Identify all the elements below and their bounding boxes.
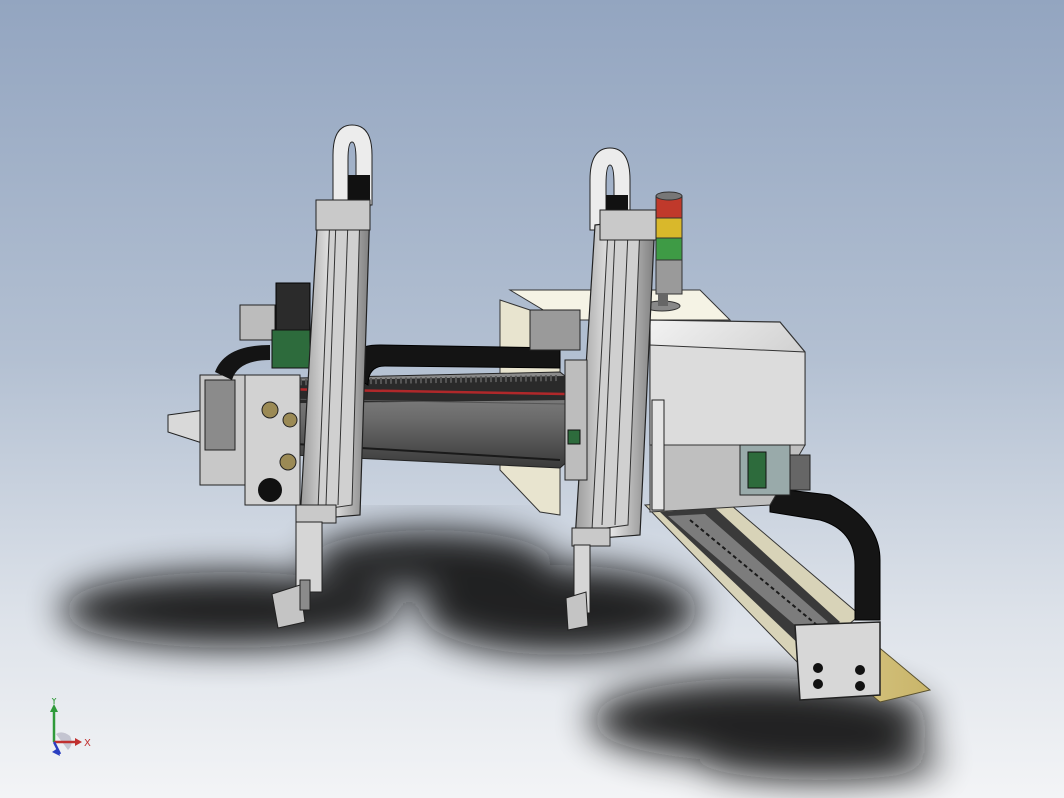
x-axis-motor-assembly[interactable] [167,282,311,506]
y-axis-label: Y [50,698,58,707]
x-axis-label: X [84,738,91,749]
cad-viewport[interactable] [0,0,1064,798]
coordinate-triad: Y X [50,698,91,756]
